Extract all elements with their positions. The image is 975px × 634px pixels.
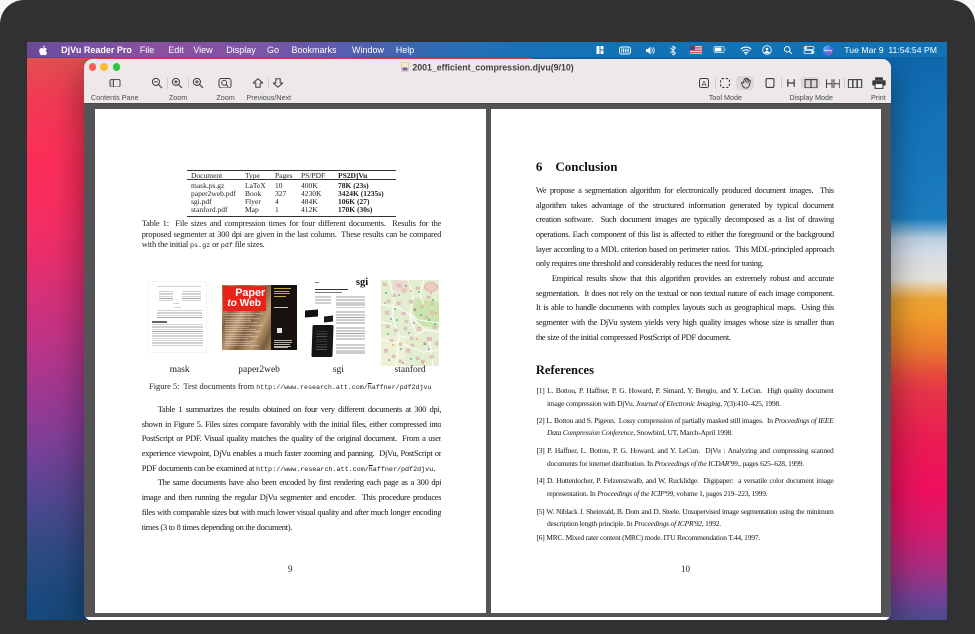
svg-text:A: A bbox=[702, 79, 707, 88]
